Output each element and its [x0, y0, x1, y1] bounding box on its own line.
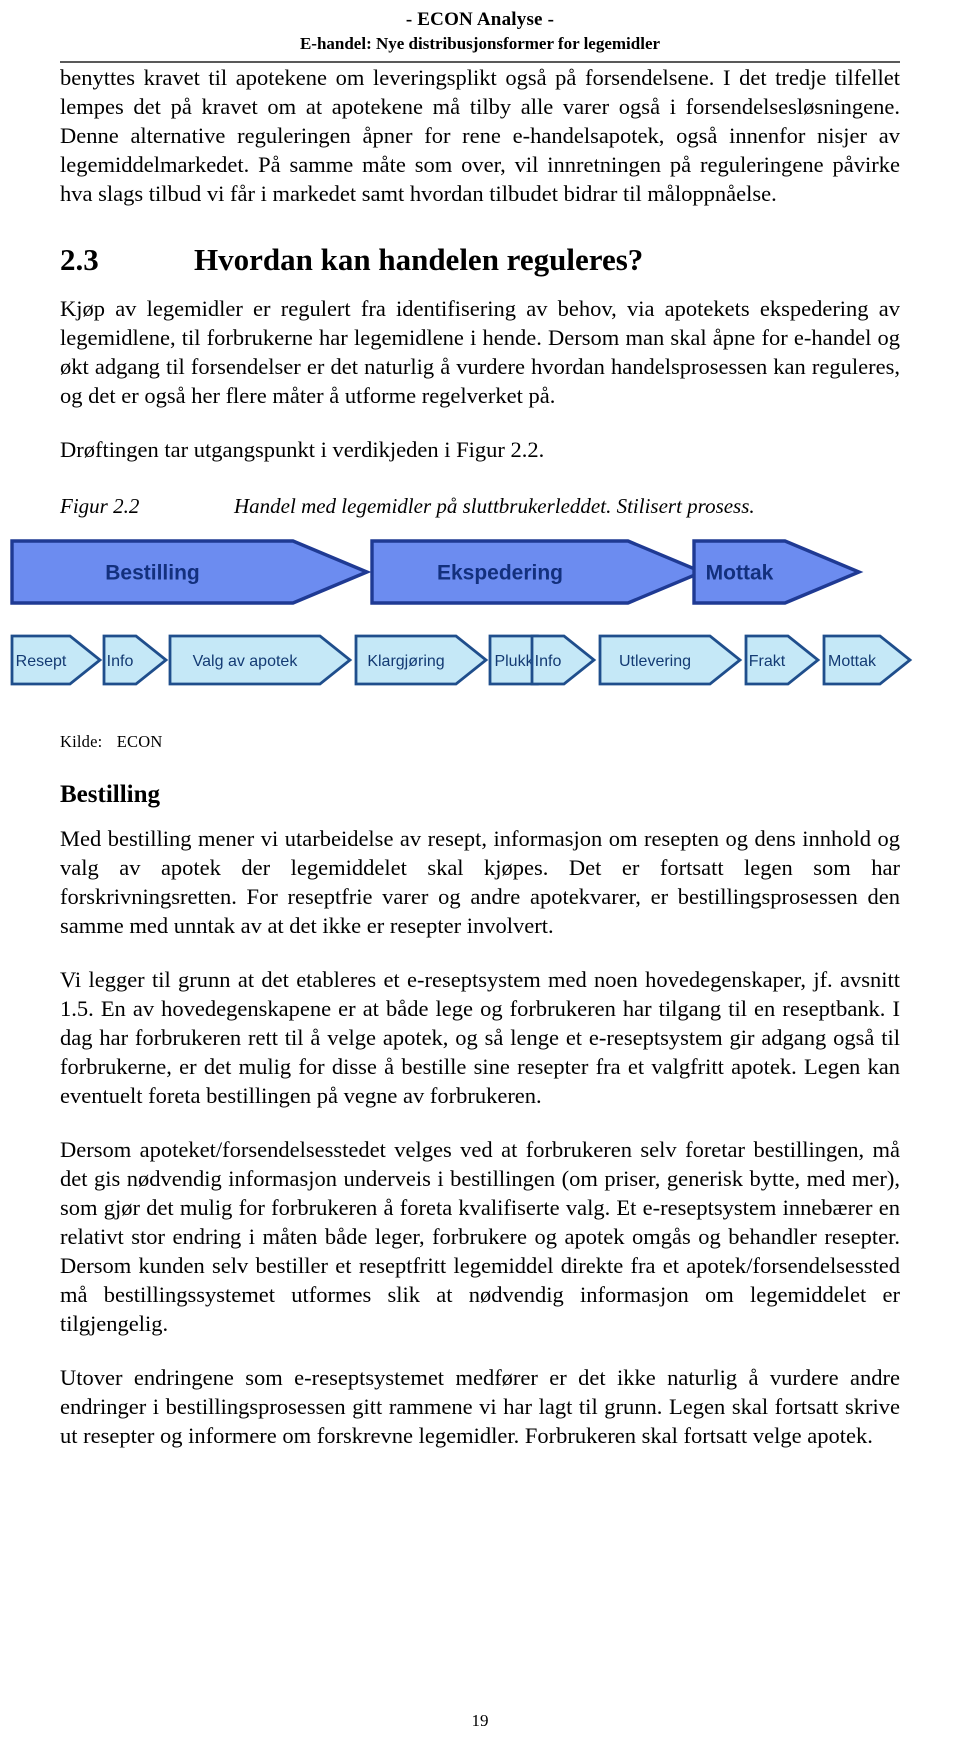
header-line-1: - ECON Analyse - [405, 9, 555, 30]
process-stage-sub-1: Info [102, 634, 169, 686]
section-title: Hvordan kan handelen reguleres? [194, 241, 644, 277]
paragraph-1: benyttes kravet til apotekene om leverin… [60, 64, 900, 206]
process-stage-sub-3: Klargjøring [354, 634, 489, 686]
stage-label: Resept [16, 652, 67, 669]
stage-label: Info [535, 652, 562, 669]
paragraph-6: Dersom apoteket/forsendelsesstedet velge… [60, 1136, 900, 1336]
stage-label: Utlevering [619, 652, 691, 669]
source-key: Kilde: [60, 731, 103, 751]
process-flow-svg: Bestilling Ekspedering Mottak Resept Info Val… [10, 538, 913, 686]
process-stage-sub-7: Frakt [744, 634, 821, 686]
source-value: ECON [116, 731, 163, 751]
section-number: 2.3 [60, 241, 99, 277]
page-content: benyttes kravet til apotekene om leverin… [10, 63, 913, 1450]
process-stage-top-0: Bestilling [10, 538, 372, 605]
stage-label: Mottak [706, 561, 774, 584]
process-stage-sub-8: Mottak [822, 634, 913, 686]
process-stage-sub-6: Utlevering [598, 634, 743, 686]
paragraph-5: Vi legger til grunn at det etableres et … [60, 966, 900, 1108]
page-number: 19 [471, 1711, 489, 1730]
figure-label: Figur 2.2 [60, 493, 140, 518]
process-stage-sub-5: Info [530, 634, 597, 686]
process-stage-sub-2: Valg av apotek [168, 634, 353, 686]
stage-label: Klargjøring [367, 652, 444, 669]
process-flow-diagram: Bestilling Ekspedering Mottak Resept Info Val… [4, 531, 913, 726]
process-stage-sub-0: Resept [10, 634, 103, 686]
figure-source: Kilde: ECON [60, 732, 900, 752]
document-page: - ECON Analyse - E-handel: Nye distribus… [0, 0, 960, 1747]
subheading-bestilling: Bestilling [60, 780, 161, 808]
figure-caption: Figur 2.2 Handel med legemidler på slutt… [60, 494, 900, 519]
process-stage-top-2: Mottak [692, 538, 864, 605]
stage-label: Plukk [494, 652, 534, 669]
stage-label: Frakt [749, 652, 786, 669]
paragraph-4: Med bestilling mener vi utarbeidelse av … [60, 825, 900, 938]
process-stage-top-1: Ekspedering [370, 538, 707, 605]
paragraph-3: Drøftingen tar utgangspunkt i verdikjede… [60, 436, 545, 462]
paragraph-7: Utover endringene som e-reseptsystemet m… [60, 1364, 900, 1448]
header-line-2: E-handel: Nye distribusjonsformer for le… [299, 33, 661, 53]
paragraph-2: Kjøp av legemidler er regulert fra ident… [60, 295, 900, 408]
stage-label: Mottak [828, 652, 877, 669]
stage-label: Ekspedering [437, 561, 563, 584]
stage-label: Valg av apotek [193, 652, 299, 669]
section-heading: 2.3 Hvordan kan handelen reguleres? [60, 242, 900, 278]
stage-label: Bestilling [105, 561, 200, 584]
running-header: - ECON Analyse - E-handel: Nye distribus… [60, 0, 900, 63]
stage-label: Info [107, 652, 134, 669]
figure-title: Handel med legemidler på sluttbrukerledd… [234, 493, 755, 518]
